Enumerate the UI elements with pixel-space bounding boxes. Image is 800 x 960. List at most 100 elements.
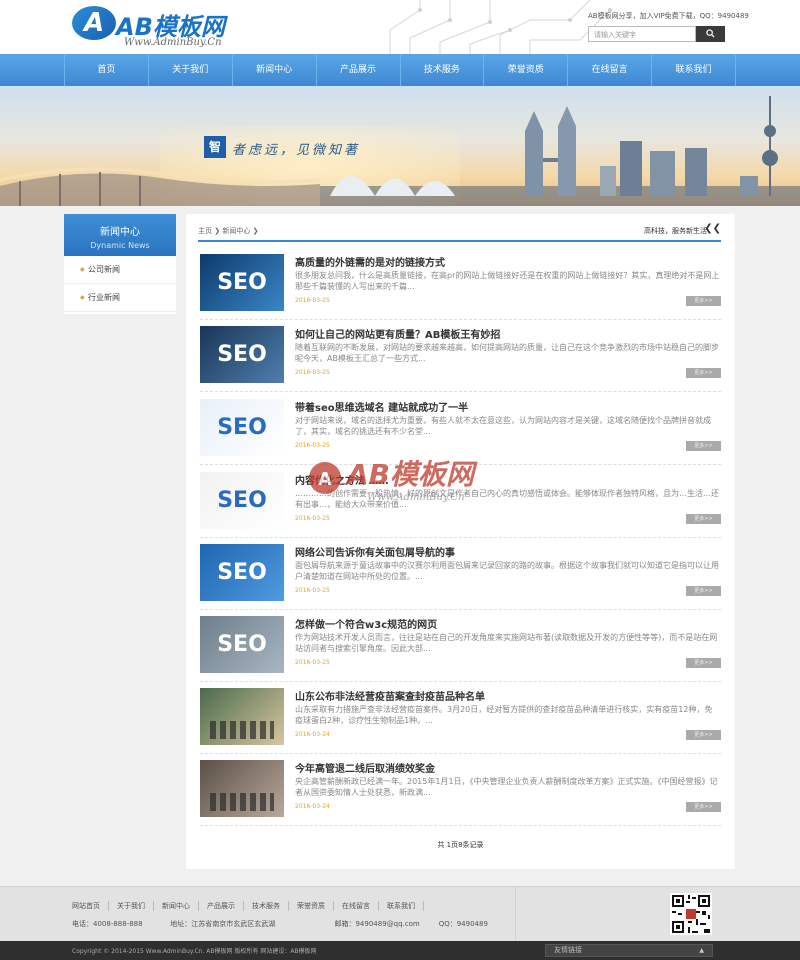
nav-item-products[interactable]: 产品展示 xyxy=(317,54,401,86)
pagination: 共 1页8条记录 xyxy=(437,841,484,849)
news-summary: …………的创作需要一股热情，好的原创文是作者自己内心的真切感悟或体会。能够体现作… xyxy=(295,489,719,509)
news-title[interactable]: 今年高管退二线后取消绩效奖金 xyxy=(295,760,435,775)
news-thumbnail[interactable]: SEO xyxy=(200,254,284,311)
news-thumbnail[interactable] xyxy=(200,760,284,817)
top-links[interactable]: AB模板网分享，加入VIP免费下载，QQ：9490489 xyxy=(588,11,749,21)
sidebar: 新闻中心 Dynamic News 公司新闻 行业新闻 xyxy=(64,214,176,314)
footer-link-products[interactable]: 产品展示 xyxy=(199,901,244,911)
nav-item-contact[interactable]: 联系我们 xyxy=(652,54,736,86)
header: A AB模板网 Www.AdminBuy.Cn AB模板网分享，加入VIP免费下… xyxy=(0,0,800,54)
news-thumbnail[interactable]: SEO xyxy=(200,544,284,601)
news-summary: 作为网站技术开发人员而言，往往是站在自己的开发角度来实施网站布著(读取数据及开发… xyxy=(295,633,718,653)
news-summary: 对于网站来说，域名的选择尤为重要，有些人就不太在意这些，认为网站内容才是关键，这… xyxy=(295,416,711,436)
logo-badge: A xyxy=(72,6,116,40)
nav-item-services[interactable]: 技术服务 xyxy=(401,54,485,86)
nav-item-honors[interactable]: 荣誉资质 xyxy=(484,54,569,86)
city-skyline xyxy=(320,96,800,206)
breadcrumb: 主页 ❯ 新闻中心 ❯ xyxy=(198,226,258,236)
news-item: SEO 带着seo思维选域名 建站就成功了一半对于网站来说，域名的选择尤为重要，有… xyxy=(200,399,721,465)
thumbnail-label: SEO xyxy=(217,270,267,295)
thumbnail-label: SEO xyxy=(217,632,267,657)
news-summary: 面包屑导航来源于童话故事中的汉赛尔利用面包屑来记录回家的路的故事。根据这个故事我… xyxy=(295,561,719,581)
more-button[interactable]: 更多>> xyxy=(686,658,721,668)
sidebar-item-industry-news[interactable]: 行业新闻 xyxy=(64,284,176,312)
news-date: 2016-03-24 xyxy=(295,803,330,810)
footer-link-message[interactable]: 在线留言 xyxy=(334,901,379,911)
nav-item-home[interactable]: 首页 xyxy=(65,54,149,86)
footer-phone: 电话：4008-888-888 xyxy=(72,920,143,928)
double-chevron-left-icon: ❮❮ xyxy=(704,223,721,234)
hero-banner xyxy=(0,86,800,206)
qr-code xyxy=(670,893,712,935)
news-title[interactable]: 内容优化之方法 …… xyxy=(295,472,388,487)
news-date: 2016-03-25 xyxy=(295,659,330,666)
footer-link-honors[interactable]: 荣誉资质 xyxy=(289,901,334,911)
breadcrumb-home[interactable]: 主页 xyxy=(198,227,212,235)
news-title[interactable]: 网络公司告诉你有关面包屑导航的事 xyxy=(295,544,455,559)
search-input[interactable]: 请输入关键字 xyxy=(588,26,696,42)
sidebar-header: 新闻中心 Dynamic News xyxy=(64,214,176,256)
nav-item-news[interactable]: 新闻中心 xyxy=(233,54,317,86)
news-date: 2016-03-25 xyxy=(295,515,330,522)
news-item: SEO 高质量的外链需的是对的链接方式 很多朋友总问我，什么是高质量链接，在高pr的… xyxy=(200,254,721,320)
news-item: SEO 网络公司告诉你有关面包屑导航的事面包屑导航来源于童话故事中的汉赛尔利用面包… xyxy=(200,544,721,610)
news-summary: 随着互联网的不断发展，对网站的要求越来越高，如何提高网站的质量，让自己在这个竞争… xyxy=(295,343,719,363)
banner-slogan: 者虑远，见微知著 xyxy=(232,143,361,158)
news-date: 2016-03-25 xyxy=(295,587,330,594)
footer-link-contact[interactable]: 联系我们 xyxy=(379,901,424,911)
copyright-bar: Copyright © 2014-2015 Www.AdminBuy.Cn. A… xyxy=(0,941,800,960)
news-title[interactable]: 带着seo思维选域名 建站就成功了一半 xyxy=(295,399,468,414)
bridge-illustration xyxy=(0,167,320,206)
more-button[interactable]: 更多>> xyxy=(686,730,721,740)
more-button[interactable]: 更多>> xyxy=(686,368,721,378)
footer-divider xyxy=(515,887,516,942)
news-summary: 山东采取有力措施严查非法经营疫苗案件。3月20日，经对暂方提供的查封疫苗品种清单… xyxy=(295,705,713,725)
thumbnail-label: SEO xyxy=(217,415,267,440)
news-item: 今年高管退二线后取消绩效奖金 央企高管薪酬新政已经满一年。2015年1月1日，《中… xyxy=(200,760,721,826)
news-title[interactable]: 怎样做一个符合w3c规范的网页 xyxy=(295,616,437,631)
news-title[interactable]: 山东公布非法经营疫苗案查封疫苗品种名单 xyxy=(295,688,485,703)
news-thumbnail[interactable] xyxy=(200,688,284,745)
thumbnail-people xyxy=(210,793,274,811)
sidebar-item-company-news[interactable]: 公司新闻 xyxy=(64,256,176,284)
news-date: 2016-03-25 xyxy=(295,297,330,304)
footer-address: 地址：江苏省南京市玄武区玄武湖 xyxy=(170,920,276,928)
more-button[interactable]: 更多>> xyxy=(686,514,721,524)
search-icon xyxy=(706,29,715,38)
news-item: SEO 怎样做一个符合w3c规范的网页作为网站技术开发人员而言，往往是站在自己的开… xyxy=(200,616,721,682)
nav-item-about[interactable]: 关于我们 xyxy=(149,54,233,86)
news-date: 2016-03-24 xyxy=(295,731,330,738)
search-button[interactable] xyxy=(696,26,725,42)
logo[interactable]: A AB模板网 Www.AdminBuy.Cn xyxy=(72,6,252,50)
friend-links-select[interactable]: 友情链接 ▲ xyxy=(545,944,713,957)
footer-link-home[interactable]: 网站首页 xyxy=(64,901,109,911)
slogan-mark: 智 xyxy=(204,136,226,158)
logo-subtitle: Www.AdminBuy.Cn xyxy=(124,37,222,48)
caret-up-icon: ▲ xyxy=(699,947,704,954)
news-thumbnail[interactable]: SEO xyxy=(200,616,284,673)
copyright-text: Copyright © 2014-2015 Www.AdminBuy.Cn. A… xyxy=(72,948,317,955)
footer-link-about[interactable]: 关于我们 xyxy=(109,901,154,911)
footer-link-news[interactable]: 新闻中心 xyxy=(154,901,199,911)
more-button[interactable]: 更多>> xyxy=(686,586,721,596)
news-date: 2016-03-25 xyxy=(295,442,330,449)
news-thumbnail[interactable]: SEO xyxy=(200,399,284,456)
thumbnail-label: SEO xyxy=(217,560,267,585)
news-title[interactable]: 高质量的外链需的是对的链接方式 xyxy=(295,254,445,269)
main-nav: 首页 关于我们 新闻中心 产品展示 技术服务 荣誉资质 在线留言 联系我们 xyxy=(0,54,800,86)
footer-email: 邮箱：9490489@qq.com xyxy=(334,920,420,928)
news-title[interactable]: 如何让自己的网站更有质量？AB模板王有妙招 xyxy=(295,326,500,341)
more-button[interactable]: 更多>> xyxy=(686,296,721,306)
thumbnail-label: SEO xyxy=(217,488,267,513)
news-thumbnail[interactable]: SEO xyxy=(200,472,284,529)
tagline: 高科技，服务新生活 xyxy=(644,227,707,235)
nav-item-message[interactable]: 在线留言 xyxy=(568,54,653,86)
main-content: 主页 ❯ 新闻中心 ❯ 高科技，服务新生活 ❮❮ SEO 高质量的外链需的是对的链… xyxy=(186,214,735,869)
more-button[interactable]: 更多>> xyxy=(686,441,721,451)
more-button[interactable]: 更多>> xyxy=(686,802,721,812)
breadcrumb-bar: 主页 ❯ 新闻中心 ❯ 高科技，服务新生活 ❮❮ xyxy=(198,222,721,242)
breadcrumb-news[interactable]: 新闻中心 xyxy=(222,227,250,235)
news-thumbnail[interactable]: SEO xyxy=(200,326,284,383)
friend-links-label: 友情链接 xyxy=(554,946,582,954)
footer-link-services[interactable]: 技术服务 xyxy=(244,901,289,911)
